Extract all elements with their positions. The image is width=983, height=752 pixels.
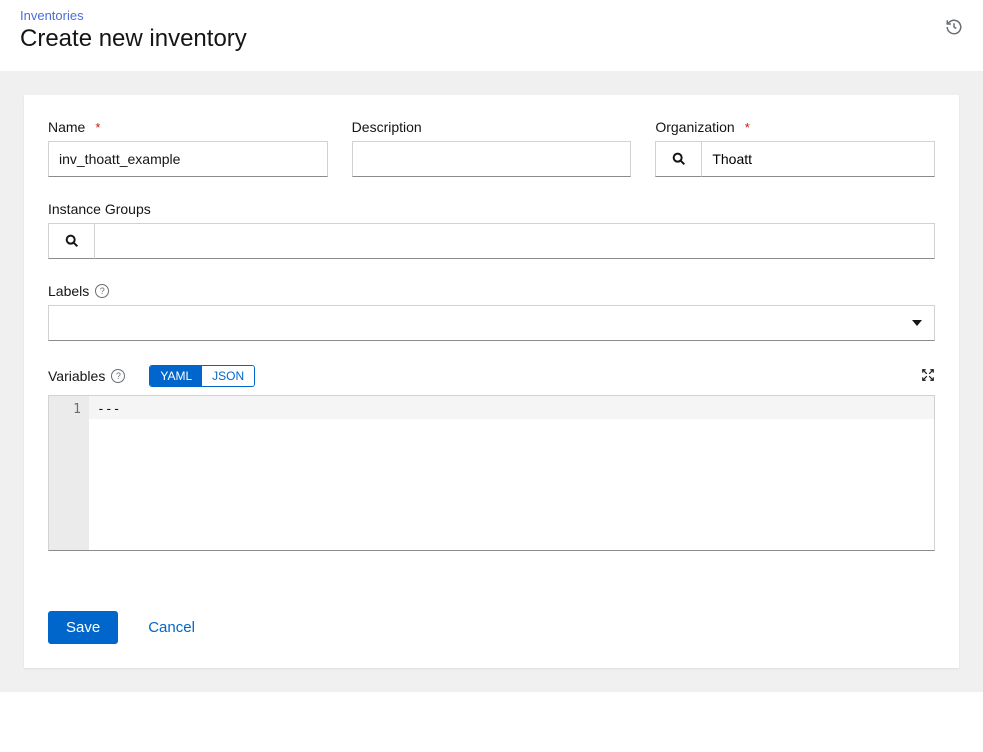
variables-label: Variables ? xyxy=(48,368,125,384)
labels-group: Labels ? xyxy=(48,283,935,341)
variables-editor[interactable]: 1 --- xyxy=(48,395,935,551)
toggle-yaml-button[interactable]: YAML xyxy=(150,366,202,386)
toggle-json-button[interactable]: JSON xyxy=(202,366,254,386)
chevron-down-icon xyxy=(912,320,922,326)
organization-lookup-button[interactable] xyxy=(655,141,701,177)
history-icon[interactable] xyxy=(945,18,963,39)
organization-input[interactable] xyxy=(701,141,935,177)
cancel-button[interactable]: Cancel xyxy=(148,619,195,636)
description-label-text: Description xyxy=(352,119,422,135)
variables-header: Variables ? YAML JSON xyxy=(48,365,935,387)
form-card: Name * Description Organization * xyxy=(24,95,959,668)
page-header: Inventories Create new inventory xyxy=(0,0,983,71)
description-group: Description xyxy=(352,119,632,177)
organization-label-text: Organization xyxy=(655,119,734,135)
name-input[interactable] xyxy=(48,141,328,177)
form-actions: Save Cancel xyxy=(48,611,935,644)
breadcrumb-inventories-link[interactable]: Inventories xyxy=(20,8,84,23)
page-title: Create new inventory xyxy=(20,25,963,53)
editor-content[interactable]: --- xyxy=(89,396,934,550)
labels-label: Labels ? xyxy=(48,283,935,299)
breadcrumb: Inventories xyxy=(20,8,963,23)
help-icon[interactable]: ? xyxy=(111,369,125,383)
description-input[interactable] xyxy=(352,141,632,177)
instance-groups-label: Instance Groups xyxy=(48,201,935,217)
organization-lookup xyxy=(655,141,935,177)
labels-label-text: Labels xyxy=(48,283,89,299)
organization-group: Organization * xyxy=(655,119,935,177)
search-icon xyxy=(64,233,80,249)
variables-label-text: Variables xyxy=(48,368,105,384)
page-body: Name * Description Organization * xyxy=(0,71,983,692)
form-row-2: Instance Groups xyxy=(48,201,935,259)
instance-groups-lookup xyxy=(48,223,935,259)
help-icon[interactable]: ? xyxy=(95,284,109,298)
search-icon xyxy=(671,151,687,167)
code-line-1: --- xyxy=(89,396,934,419)
organization-label: Organization * xyxy=(655,119,935,135)
required-asterisk: * xyxy=(745,120,750,135)
instance-groups-lookup-button[interactable] xyxy=(48,223,94,259)
expand-icon[interactable] xyxy=(921,368,935,385)
required-asterisk: * xyxy=(95,120,100,135)
gutter-line-1: 1 xyxy=(49,402,81,417)
labels-select[interactable] xyxy=(48,305,935,341)
format-toggle: YAML JSON xyxy=(149,365,255,387)
instance-groups-label-text: Instance Groups xyxy=(48,201,151,217)
name-label-text: Name xyxy=(48,119,85,135)
name-label: Name * xyxy=(48,119,328,135)
instance-groups-group: Instance Groups xyxy=(48,201,935,259)
form-row-1: Name * Description Organization * xyxy=(48,119,935,177)
instance-groups-input[interactable] xyxy=(94,223,935,259)
save-button[interactable]: Save xyxy=(48,611,118,644)
description-label: Description xyxy=(352,119,632,135)
editor-gutter: 1 xyxy=(49,396,89,550)
name-group: Name * xyxy=(48,119,328,177)
